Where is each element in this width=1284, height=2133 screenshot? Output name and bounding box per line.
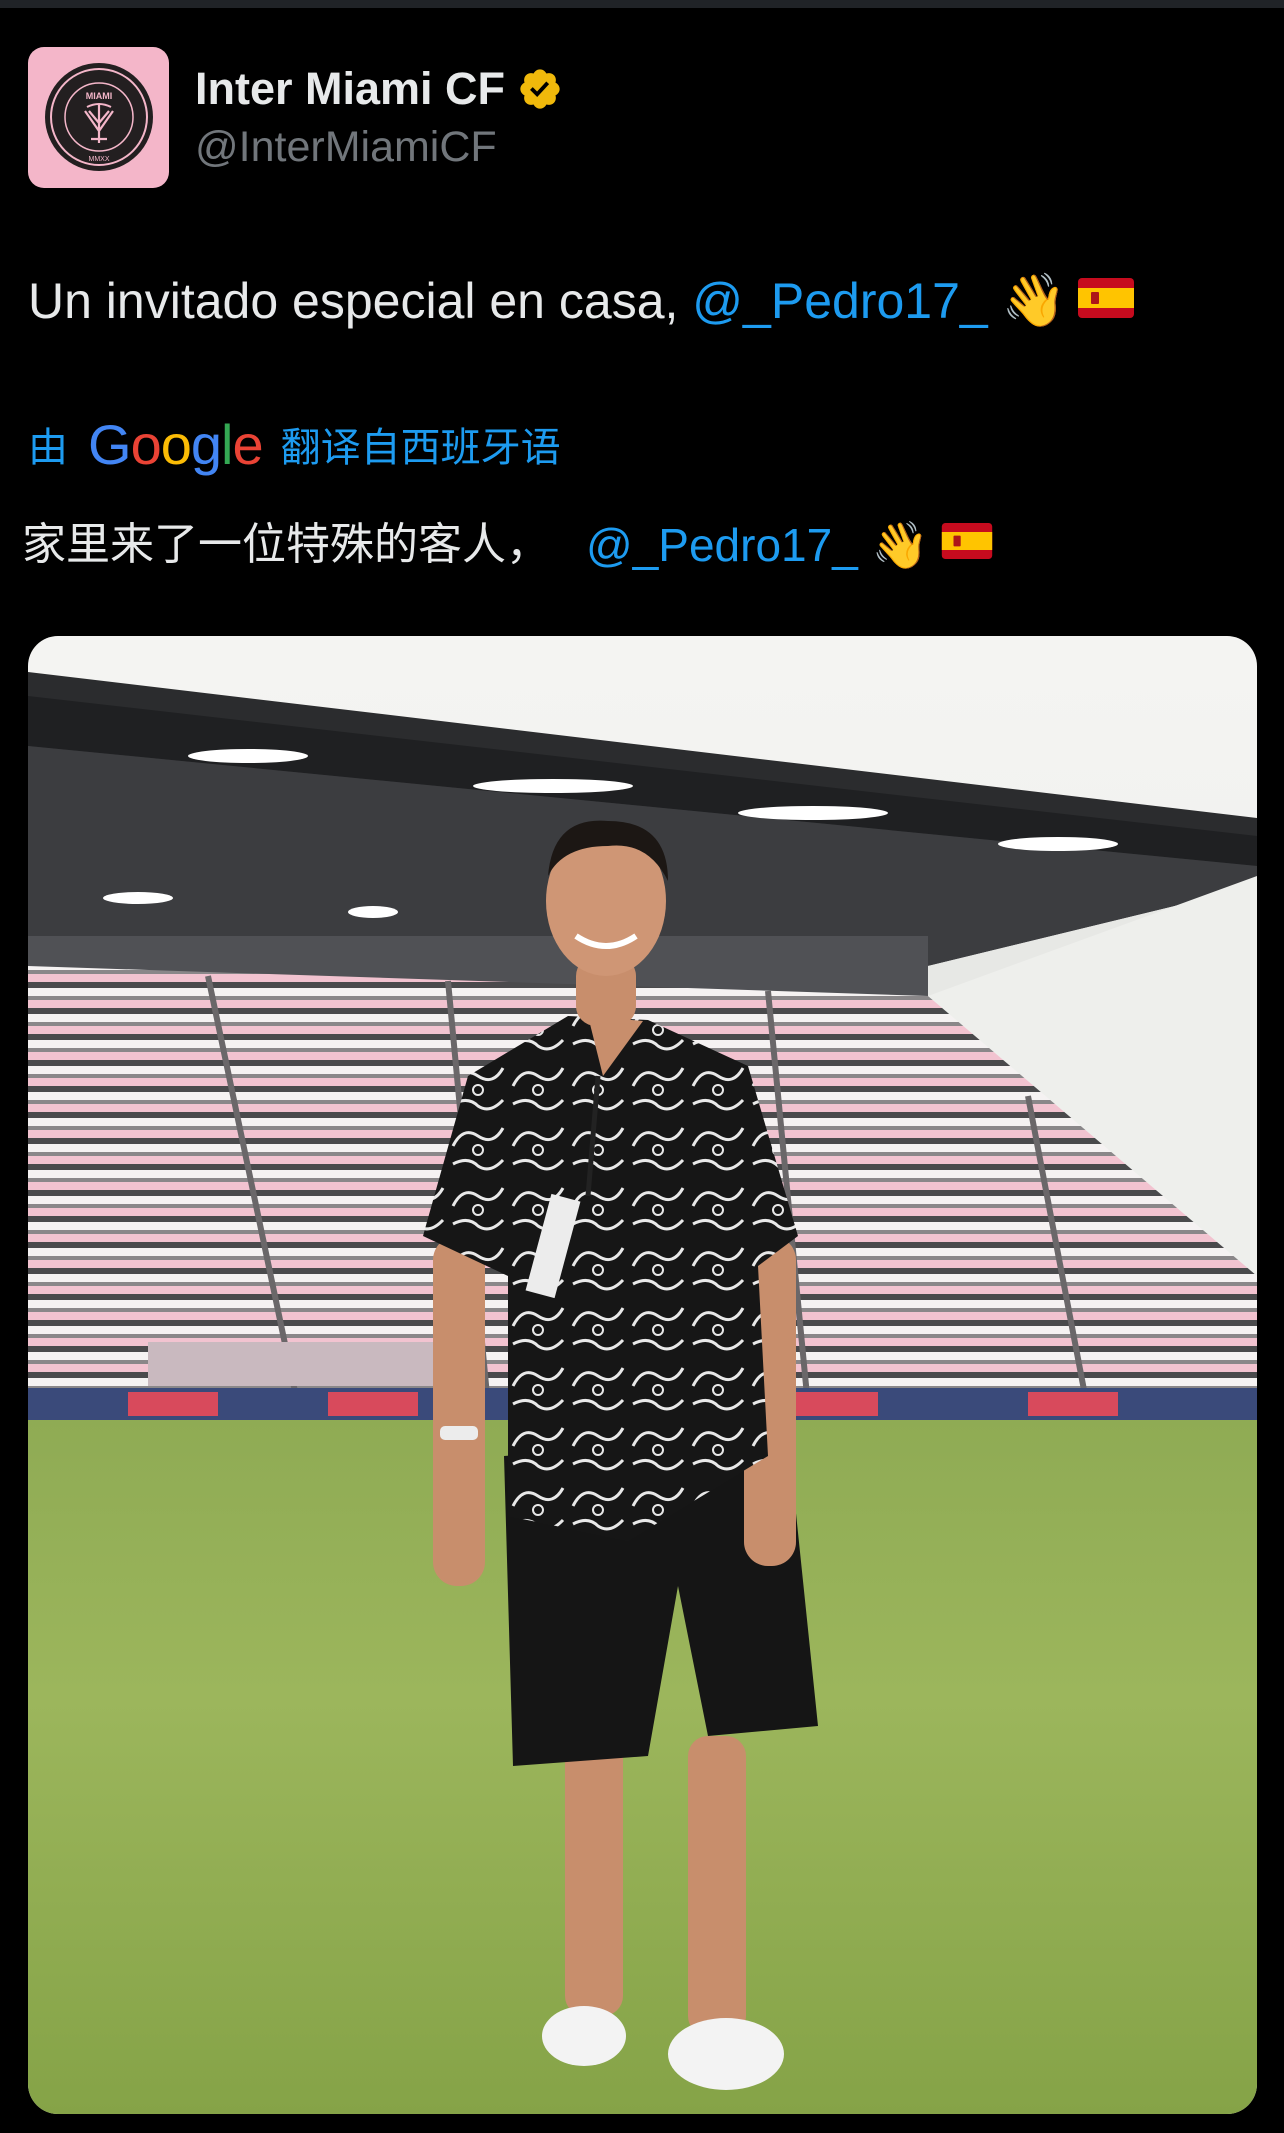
- author-handle[interactable]: @InterMiamiCF: [195, 123, 563, 172]
- display-name[interactable]: Inter Miami CF: [195, 63, 505, 115]
- name-row: Inter Miami CF: [195, 63, 563, 115]
- translated-text: 家里来了一位特殊的客人， @_Pedro17_ 👋: [22, 510, 993, 580]
- google-logo-icon: Google: [88, 412, 264, 476]
- inter-miami-crest-icon: MIAMI MMXX: [44, 63, 153, 171]
- tweet-header: MIAMI MMXX Inter Miami CF @InterMiamiCF: [28, 46, 563, 188]
- tweet-media-photo[interactable]: [28, 636, 1257, 2114]
- player-standing-on-pitch-photo: [28, 636, 1257, 2114]
- mention-link[interactable]: @_Pedro17_: [692, 268, 987, 334]
- waving-hand-icon: 👋: [1001, 271, 1067, 331]
- avatar[interactable]: MIAMI MMXX: [28, 46, 169, 188]
- translated-spain-flag-icon: [941, 510, 993, 580]
- tweet-text: Un invitado especial en casa, @_Pedro17_…: [28, 268, 1135, 334]
- tweet-text-body: Un invitado especial en casa,: [28, 273, 693, 329]
- top-divider: [0, 0, 1284, 8]
- verified-badge-icon[interactable]: [517, 66, 563, 112]
- translated-mention-link[interactable]: @_Pedro17_: [586, 510, 858, 580]
- translated-waving-hand-icon: 👋: [871, 518, 930, 572]
- spain-flag-icon: [1078, 268, 1135, 334]
- translate-attribution-link[interactable]: 由 Google 翻译自西班牙语: [28, 412, 561, 476]
- translated-text-body: 家里来了一位特殊的客人，: [22, 519, 550, 570]
- translate-prefix: 由: [28, 425, 68, 471]
- translate-suffix: 翻译自西班牙语: [280, 425, 561, 471]
- author-names: Inter Miami CF @InterMiamiCF: [195, 63, 563, 172]
- crest-bottom-text: MMXX: [88, 156, 109, 163]
- crest-top-text: MIAMI: [85, 91, 112, 101]
